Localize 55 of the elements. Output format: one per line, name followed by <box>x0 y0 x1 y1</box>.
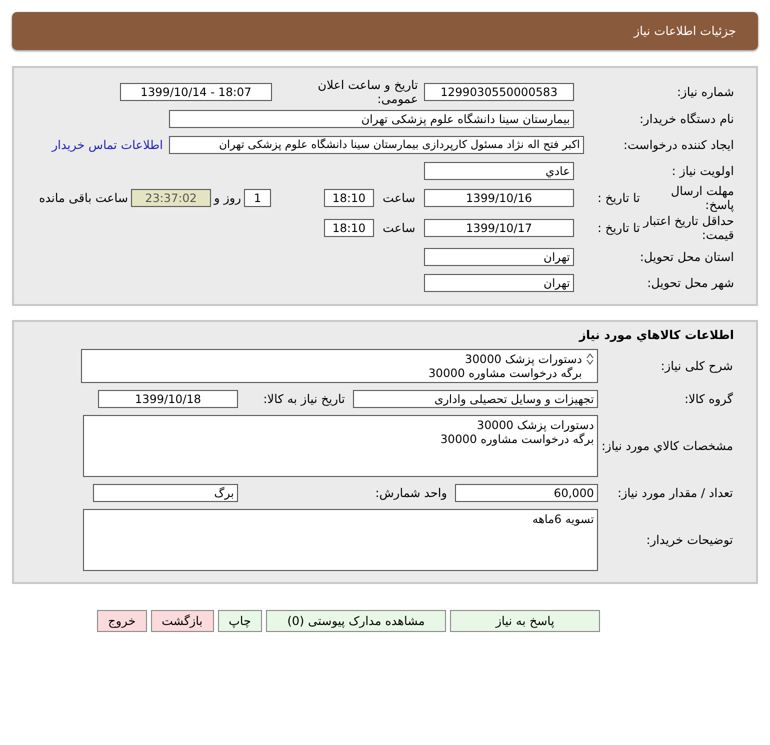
need-number-field: 1299030550000583 <box>424 83 574 101</box>
announce-date-field: 1399/10/14 - 18:07 <box>120 83 272 101</box>
action-button[interactable]: چاپ <box>218 610 262 632</box>
city-field: تهران <box>424 274 574 292</box>
validity-time-field: 18:10 <box>324 219 374 237</box>
field-label: تا تاریخ : <box>596 221 640 235</box>
notes-textarea[interactable]: تسویه 6ماهه <box>83 509 598 571</box>
province-field: تهران <box>424 248 574 266</box>
summary-textarea[interactable]: دستورات پزشک 30000 برگه درخواست مشاوره 30000 <box>81 349 598 383</box>
field-label: حداقل تاریخ اعتبار قیمت: <box>642 214 734 242</box>
summary-line: دستورات پزشک 30000 <box>464 352 582 366</box>
days-field: 1 <box>244 189 271 207</box>
field-label: ساعت <box>382 221 416 235</box>
validity-date-field: 1399/10/17 <box>424 219 574 237</box>
field-label: ساعت <box>382 191 416 205</box>
buyer-org-field: بیمارستان سینا دانشگاه علوم پزشکی تهران <box>169 110 574 128</box>
summary-line: برگه درخواست مشاوره 30000 <box>428 366 582 380</box>
buyer-contact-link[interactable]: اطلاعات تماس خریدار <box>52 138 163 152</box>
action-button[interactable]: مشاهده مدارک پیوستی (0) <box>266 610 446 632</box>
field-label: ایجاد کننده درخواست: <box>622 138 734 152</box>
action-button[interactable]: پاسخ به نیاز <box>450 610 600 632</box>
goods-group-field: تجهیزات و وسایل تحصیلی واداری <box>353 390 598 408</box>
priority-field: عادي <box>424 162 574 180</box>
action-button[interactable]: بازگشت <box>150 610 214 632</box>
field-label: مهلت ارسال پاسخ: <box>670 184 734 212</box>
field-label: تاریخ و ساعت اعلان عمومی: <box>316 78 418 106</box>
specs-line: دستورات پزشک 30000 <box>476 418 594 432</box>
page-title: جزئیات اطلاعات نیاز <box>634 24 736 38</box>
field-label: استان محل تحویل: <box>638 250 734 264</box>
section-title: اطلاعات کالاهاي مورد نياز <box>578 328 735 342</box>
scroll-arrows-icon <box>586 353 594 365</box>
field-label: ساعت باقی مانده <box>38 191 128 205</box>
requester-field: اکبر فتح اله نژاد مسئول کارپردازی بیمارستان سینا دانشگاه علوم پزشکی تهران <box>169 136 584 154</box>
field-label: تا تاریخ : <box>596 191 640 205</box>
deadline-time-field: 18:10 <box>324 189 374 207</box>
field-label: شهر محل تحویل: <box>646 276 734 290</box>
specs-line: برگه درخواست مشاوره 30000 <box>440 432 594 446</box>
field-label: تعداد / مقدار مورد نیاز: <box>616 486 734 500</box>
field-label: شماره نیاز: <box>676 85 734 99</box>
field-label: اولویت نیاز : <box>670 164 734 178</box>
action-button[interactable]: خروج <box>97 610 147 632</box>
field-label: گروه کالا: <box>684 392 734 406</box>
deadline-date-field: 1399/10/16 <box>424 189 574 207</box>
remaining-time-field: 23:37:02 <box>131 189 211 207</box>
unit-field: برگ <box>93 484 238 502</box>
field-label: نام دستگاه خریدار: <box>638 112 734 126</box>
field-label: توضیحات خریدار: <box>645 533 734 547</box>
field-label: شرح کلی نیاز: <box>660 359 734 373</box>
specs-textarea[interactable]: دستورات پزشک 30000 برگه درخواست مشاوره 30000 <box>83 415 598 477</box>
need-date-field: 1399/10/18 <box>98 390 238 408</box>
quantity-field: 60,000 <box>455 484 598 502</box>
field-label: واحد شمارش: <box>374 486 448 500</box>
field-label: روز و <box>214 191 241 205</box>
field-label: تاریخ نیاز به کالا: <box>262 392 346 406</box>
field-label: مشخصات کالاي مورد نياز: <box>600 439 734 453</box>
